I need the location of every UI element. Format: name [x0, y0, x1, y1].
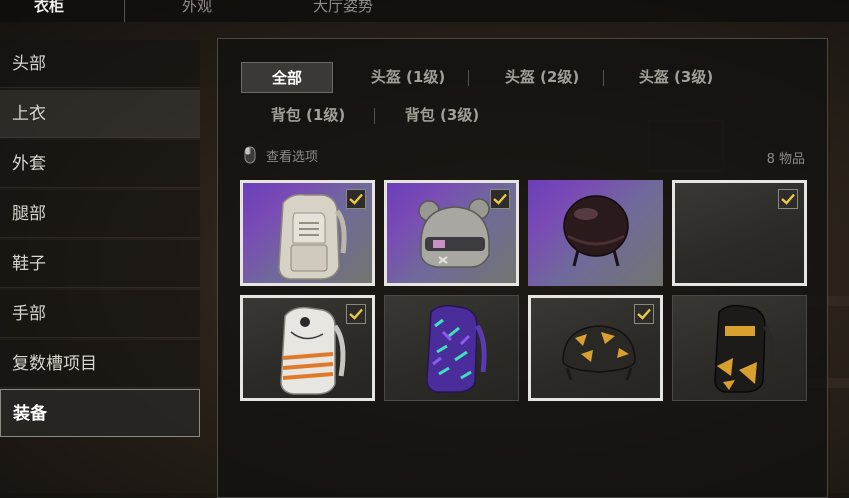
item-tile[interactable]	[672, 295, 807, 401]
filter-backpack-lv3[interactable]: 背包 (3级)	[392, 100, 492, 131]
item-count: 8 物品	[766, 152, 805, 167]
item-tile[interactable]	[672, 180, 807, 286]
sidebar-item-shoes[interactable]: 鞋子	[0, 240, 200, 288]
filter-helmet-lv3[interactable]: 头盔 (3级)	[620, 62, 732, 93]
check-icon	[637, 308, 651, 320]
item-tile[interactable]	[528, 180, 663, 286]
equipped-checkbox	[634, 304, 654, 324]
backpack-black-gold-image	[714, 304, 775, 393]
helmet-black-gloss-image	[563, 195, 629, 267]
equipped-checkbox	[346, 189, 366, 209]
check-icon	[493, 193, 507, 205]
check-icon	[349, 308, 363, 320]
tab-divider	[124, 0, 125, 22]
tab-lobby-pose[interactable]: 大厅姿势	[313, 0, 373, 17]
tab-appearance[interactable]: 外观	[182, 0, 212, 17]
filter-backpack-lv1[interactable]: 背包 (1级)	[258, 100, 358, 131]
sidebar-item-top[interactable]: 上衣	[0, 90, 200, 138]
filter-divider	[468, 70, 469, 86]
mouse-icon	[244, 146, 256, 164]
sidebar-item-outerwear[interactable]: 外套	[0, 140, 200, 188]
filter-divider	[603, 70, 604, 86]
item-tile[interactable]	[384, 180, 519, 286]
equipped-checkbox	[346, 304, 366, 324]
filter-helmet-lv2[interactable]: 头盔 (2级)	[486, 62, 598, 93]
item-tile[interactable]	[240, 295, 375, 401]
item-tile[interactable]	[528, 295, 663, 401]
sidebar-item-hands[interactable]: 手部	[0, 290, 200, 338]
filter-all[interactable]: 全部	[241, 62, 333, 93]
sidebar-item-equipment[interactable]: 装备	[0, 389, 200, 437]
sidebar-item-head[interactable]: 头部	[0, 40, 200, 88]
equipped-checkbox	[490, 189, 510, 209]
backpack-purple-teal-image	[426, 304, 487, 393]
item-tile[interactable]	[240, 180, 375, 286]
filter-divider	[374, 108, 375, 124]
sidebar-item-legs[interactable]: 腿部	[0, 190, 200, 238]
view-options-label: 查看选项	[266, 150, 319, 165]
equipped-checkbox	[778, 189, 798, 209]
top-tab-bar: 衣柜 外观 大厅姿势	[0, 0, 849, 22]
item-tile[interactable]	[384, 295, 519, 401]
item-panel: 全部 头盔 (1级) 头盔 (2级) 头盔 (3级) 背包 (1级) 背包 (3…	[217, 38, 828, 498]
check-icon	[349, 193, 363, 205]
tab-wardrobe[interactable]: 衣柜	[34, 0, 64, 17]
filter-helmet-lv1[interactable]: 头盔 (1级)	[352, 62, 464, 93]
check-icon	[781, 193, 795, 205]
sidebar-item-multi-slot[interactable]: 复数槽项目	[0, 340, 200, 388]
